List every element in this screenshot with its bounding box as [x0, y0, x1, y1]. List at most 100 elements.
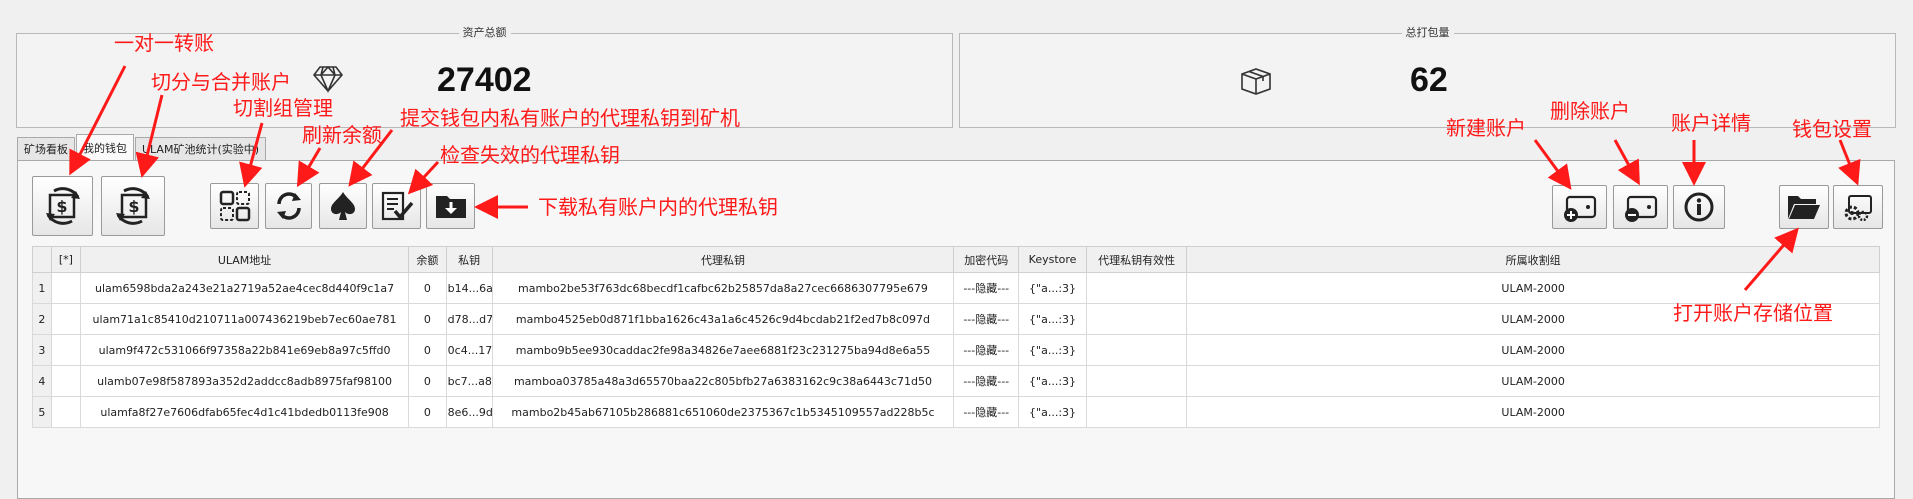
row-number: 4	[32, 365, 52, 397]
annotation-submit-keys: 提交钱包内私有账户的代理私钥到矿机	[400, 106, 740, 130]
harvest-group-cell[interactable]: ULAM-2000	[1186, 396, 1880, 428]
address-cell[interactable]: ulamfa8f27e7606dfab65fec4d1c41bdedb0113f…	[80, 396, 410, 428]
annotation-transfer: 一对一转账	[114, 31, 214, 55]
packages-groupbox: 总打包量 62	[959, 26, 1896, 128]
info-icon	[1684, 192, 1714, 222]
address-cell[interactable]: ulam9f472c531066f97358a22b841e69eb8a97c5…	[80, 334, 410, 366]
delete-account-button[interactable]	[1613, 185, 1668, 229]
header-private-key[interactable]: 私钥	[445, 246, 493, 273]
encryption-cell[interactable]: ---隐藏---	[953, 272, 1020, 304]
table-header-row: [*] ULAM地址 余额 私钥 代理私钥 加密代码 Keystore 代理私钥…	[32, 246, 1880, 273]
svg-text:$: $	[56, 197, 67, 216]
proxy-validity-cell[interactable]	[1085, 396, 1188, 428]
packages-title: 总打包量	[1401, 26, 1454, 39]
account-detail-button[interactable]	[1673, 185, 1725, 229]
address-cell[interactable]: ulamb07e98f587893a352d2addcc8adb8975faf9…	[80, 365, 410, 397]
split-group-button[interactable]	[210, 183, 259, 229]
row-select-cell[interactable]	[50, 365, 82, 397]
header-balance[interactable]: 余额	[408, 246, 447, 273]
table-row[interactable]: 4 ulamb07e98f587893a352d2addcc8adb8975fa…	[32, 365, 1880, 397]
proxy-validity-cell[interactable]	[1085, 365, 1188, 397]
private-key-cell[interactable]: 8e6...9d5	[445, 396, 493, 428]
diamond-icon	[312, 65, 344, 93]
spade-icon	[331, 192, 355, 220]
address-cell[interactable]: ulam6598bda2a243e21a2719a52ae4cec8d440f9…	[80, 272, 410, 304]
table-row[interactable]: 3 ulam9f472c531066f97358a22b841e69eb8a97…	[32, 334, 1880, 366]
row-number: 1	[32, 272, 52, 304]
split-merge-button[interactable]: $	[101, 176, 165, 236]
table-row[interactable]: 2 ulam71a1c85410d210711a007436219beb7ec6…	[32, 303, 1880, 335]
annotation-account-detail: 账户详情	[1671, 111, 1751, 135]
keystore-cell[interactable]: {"a...:3}	[1018, 334, 1087, 366]
proxy-key-cell[interactable]: mambo4525eb0d871f1bba1626c43a1a6c4526c9d…	[491, 303, 955, 335]
row-select-cell[interactable]	[50, 334, 82, 366]
encryption-cell[interactable]: ---隐藏---	[953, 303, 1020, 335]
tab-bar: 矿场看板 我的钱包 ULAM矿池统计(实验中)	[17, 134, 267, 162]
refresh-icon	[276, 192, 301, 220]
new-account-button[interactable]	[1552, 185, 1607, 229]
keystore-cell[interactable]: {"a...:3}	[1018, 272, 1087, 304]
private-key-cell[interactable]: d78...d75	[445, 303, 493, 335]
annotation-check-keys: 检查失效的代理私钥	[440, 143, 620, 167]
keystore-cell[interactable]: {"a...:3}	[1018, 396, 1087, 428]
header-select[interactable]: [*]	[50, 246, 82, 273]
address-cell[interactable]: ulam71a1c85410d210711a007436219beb7ec60a…	[80, 303, 410, 335]
wallet-add-icon	[1563, 195, 1596, 222]
tab-my-wallet[interactable]: 我的钱包	[76, 134, 134, 162]
harvest-group-cell[interactable]: ULAM-2000	[1186, 334, 1880, 366]
annotation-split-merge: 切分与合并账户	[151, 70, 291, 94]
proxy-key-cell[interactable]: mambo2b45ab67105b286881c651060de2375367c…	[491, 396, 955, 428]
balance-cell[interactable]: 0	[408, 303, 447, 335]
split-merge-icon: $	[116, 187, 150, 225]
encryption-cell[interactable]: ---隐藏---	[953, 334, 1020, 366]
refresh-balance-button[interactable]	[265, 183, 312, 229]
header-proxy-key[interactable]: 代理私钥	[491, 246, 955, 273]
box-icon	[1241, 68, 1271, 95]
checklist-icon	[381, 191, 413, 221]
proxy-key-cell[interactable]: mambo9b5ee930caddac2fe98a34826e7aee6881f…	[491, 334, 955, 366]
private-key-cell[interactable]: bc7...a85	[445, 365, 493, 397]
harvest-group-cell[interactable]: ULAM-2000	[1186, 365, 1880, 397]
open-storage-button[interactable]	[1779, 185, 1829, 229]
tab-ulam-pool-stats[interactable]: ULAM矿池统计(实验中)	[135, 137, 267, 162]
balance-cell[interactable]: 0	[408, 396, 447, 428]
row-select-cell[interactable]	[50, 272, 82, 304]
download-proxy-keys-button[interactable]	[426, 183, 475, 229]
keystore-cell[interactable]: {"a...:3}	[1018, 303, 1087, 335]
header-keystore[interactable]: Keystore	[1018, 246, 1087, 273]
submit-proxy-keys-button[interactable]	[319, 183, 367, 229]
private-key-cell[interactable]: b14...6a0	[445, 272, 493, 304]
split-group-icon	[219, 190, 250, 222]
annotation-delete-account: 删除账户	[1550, 99, 1630, 123]
table-row[interactable]: 1 ulam6598bda2a243e21a2719a52ae4cec8d440…	[32, 272, 1880, 304]
encryption-cell[interactable]: ---隐藏---	[953, 396, 1020, 428]
proxy-validity-cell[interactable]	[1085, 272, 1188, 304]
proxy-validity-cell[interactable]	[1085, 303, 1188, 335]
accounts-table: [*] ULAM地址 余额 私钥 代理私钥 加密代码 Keystore 代理私钥…	[32, 246, 1880, 428]
check-proxy-keys-button[interactable]	[372, 183, 421, 229]
proxy-key-cell[interactable]: mambo2be53f763dc68becdf1cafbc62b25857da8…	[491, 272, 955, 304]
wallet-remove-icon	[1624, 195, 1657, 222]
table-row[interactable]: 5 ulamfa8f27e7606dfab65fec4d1c41bdedb011…	[32, 396, 1880, 428]
row-select-cell[interactable]	[50, 303, 82, 335]
header-address[interactable]: ULAM地址	[80, 246, 410, 273]
private-key-cell[interactable]: 0c4...173	[445, 334, 493, 366]
encryption-cell[interactable]: ---隐藏---	[953, 365, 1020, 397]
header-rownum	[32, 246, 52, 273]
header-harvest-group[interactable]: 所属收割组	[1186, 246, 1880, 273]
header-encryption[interactable]: 加密代码	[953, 246, 1020, 273]
proxy-validity-cell[interactable]	[1085, 334, 1188, 366]
proxy-key-cell[interactable]: mamboa03785a48a3d65570baa22c805bfb27a638…	[491, 365, 955, 397]
header-proxy-validity[interactable]: 代理私钥有效性	[1085, 246, 1188, 273]
transfer-button[interactable]: $	[32, 176, 93, 236]
wallet-settings-button[interactable]	[1833, 185, 1883, 229]
balance-cell[interactable]: 0	[408, 272, 447, 304]
row-select-cell[interactable]	[50, 396, 82, 428]
keystore-cell[interactable]: {"a...:3}	[1018, 365, 1087, 397]
harvest-group-cell[interactable]: ULAM-2000	[1186, 272, 1880, 304]
balance-cell[interactable]: 0	[408, 365, 447, 397]
balance-cell[interactable]: 0	[408, 334, 447, 366]
row-number: 5	[32, 396, 52, 428]
annotation-new-account: 新建账户	[1446, 116, 1526, 140]
tab-mine-board[interactable]: 矿场看板	[17, 137, 75, 162]
